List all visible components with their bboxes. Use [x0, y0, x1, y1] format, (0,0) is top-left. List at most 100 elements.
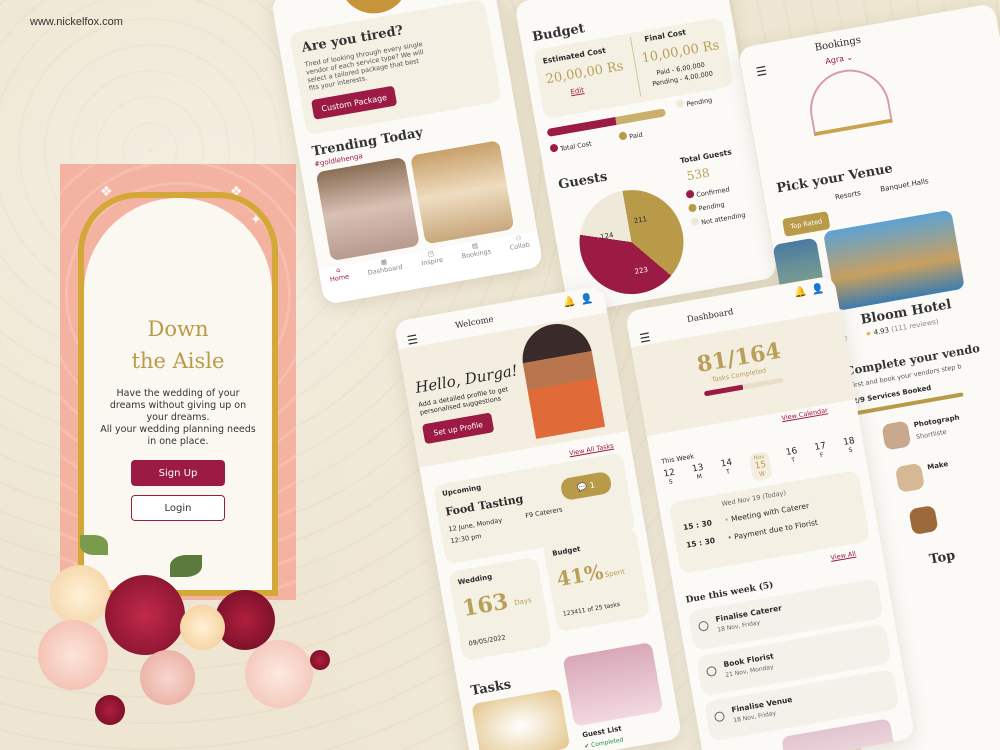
budget-label: Budget	[551, 544, 582, 558]
tasks-done: 123411 of 25 tasks	[562, 600, 621, 618]
gold-dot-icon	[687, 203, 698, 213]
home-screen: Are you tired? Tired of looking through …	[270, 0, 544, 305]
view-all-link[interactable]: View All	[830, 550, 857, 562]
guest-legend: Confirmed Pending Not attending	[685, 180, 746, 231]
legend-paid: Paid	[618, 129, 643, 143]
guests-title: Guests	[557, 169, 609, 193]
day-cell-selected[interactable]: Nov 15 W	[748, 451, 773, 482]
event-name: Food Tasting	[444, 492, 525, 519]
user-icon[interactable]: 👤	[580, 293, 594, 306]
this-week-label: This Week	[660, 452, 695, 466]
wine-dot-icon	[685, 189, 695, 199]
vendor-name: Make	[926, 460, 949, 472]
legend-label: Pending	[685, 95, 713, 109]
bullet-icon: •	[723, 515, 730, 525]
menu-icon[interactable]: ☰	[755, 64, 768, 80]
legend-pending: Pending	[675, 94, 713, 110]
total-guests: 538	[685, 165, 711, 184]
total-guests-label: Total Guests	[679, 147, 733, 166]
vendor-photo[interactable]	[881, 420, 912, 451]
nav-collab[interactable]: ⚇ Collab	[508, 233, 534, 272]
legend-label: Paid	[628, 130, 644, 141]
user-icon[interactable]: 👤	[811, 283, 825, 296]
tab-banquet[interactable]: Banquet Halls	[880, 177, 929, 193]
gold-dot-icon	[618, 131, 628, 141]
today-label: Wed Nov 19 (Today)	[720, 488, 787, 509]
wine-dot-icon	[549, 143, 559, 153]
checkbox-icon[interactable]	[713, 710, 726, 723]
checkbox-icon[interactable]	[705, 665, 718, 678]
star-icon: ★	[864, 329, 873, 339]
upcoming-label: Upcoming	[441, 483, 482, 499]
task-photo[interactable]	[562, 642, 664, 727]
bell-icon[interactable]: 🔔	[562, 296, 576, 309]
chat-icon: 💬	[576, 481, 589, 492]
completed-label: Completed	[590, 736, 625, 749]
guest-pie-chart: 211 124 223	[571, 181, 692, 303]
final-label: Final Cost	[643, 27, 687, 44]
days-count: 163	[460, 588, 511, 623]
day-cell[interactable]: 14 T	[720, 458, 736, 487]
days-unit: Days	[513, 596, 533, 608]
bookings-title: Bookings	[813, 34, 862, 54]
welcome-title: Welcome	[454, 314, 495, 332]
event-date: 12 June, Monday	[447, 516, 503, 534]
wedding-label: Wedding	[457, 572, 493, 587]
custom-package-button[interactable]: Custom Package	[311, 85, 398, 120]
nav-inspire[interactable]: ◳ Inspire	[419, 248, 447, 287]
light-dot-icon	[675, 98, 685, 109]
day-cell[interactable]: 17 F	[814, 441, 830, 470]
venue-photo[interactable]	[822, 209, 965, 311]
day-cell[interactable]: 12 S	[663, 468, 679, 497]
checkbox-icon[interactable]	[697, 620, 710, 632]
vendor-photo[interactable]	[908, 505, 939, 536]
shortlist-text: Shortliste	[915, 427, 948, 442]
budget-screen: Budget Estimated Cost 20,00,00 Rs Edit F…	[514, 0, 778, 315]
pick-venue-title: Pick your Venue	[775, 161, 894, 197]
legend-total: Total Cost	[549, 138, 592, 155]
day-cell[interactable]: 18 S	[842, 436, 858, 465]
nav-bookings[interactable]: ▤ Bookings	[460, 239, 495, 280]
legend-label: Total Cost	[559, 139, 593, 153]
spent-percent: 41%	[554, 559, 606, 592]
trending-photo[interactable]	[410, 140, 515, 245]
top-rated-chip[interactable]: Top Rated	[782, 211, 831, 237]
nav-dashboard[interactable]: ▦ Dashboard	[366, 255, 407, 297]
trending-photo[interactable]	[315, 156, 420, 262]
chat-count: 1	[588, 480, 596, 490]
rating-value: 4.93	[873, 326, 890, 337]
taj-illustration	[803, 63, 893, 137]
day-letter: W	[758, 470, 766, 479]
tasks-title: Tasks	[469, 677, 513, 699]
event-text: Payment due to Florist	[733, 517, 819, 542]
tab-resorts[interactable]: Resorts	[834, 189, 861, 201]
event-time: 12:30 pm	[449, 531, 483, 546]
edit-link[interactable]: Edit	[570, 86, 585, 96]
pie-label: 223	[634, 265, 649, 276]
city-label: Agra	[824, 53, 845, 67]
day-cell[interactable]: 16 T	[785, 446, 801, 475]
event-time: 15 : 30	[682, 518, 713, 533]
event-vendor: F9 Caterers	[524, 505, 564, 520]
bullet-icon: •	[726, 532, 733, 543]
wedding-date: 09/05/2022	[468, 633, 507, 648]
pie-label: 211	[633, 215, 648, 226]
completed-badge: ✔ Completed	[584, 736, 624, 750]
chat-bubble[interactable]: 💬 1	[559, 470, 613, 502]
vendor-name: Photograph	[913, 413, 961, 430]
light-dot-icon	[690, 217, 700, 227]
task-photo[interactable]	[471, 688, 571, 750]
legend-label: Confirmed	[695, 185, 731, 200]
top-title: Top	[928, 548, 957, 568]
vendor-photo[interactable]	[894, 462, 926, 493]
nav-home[interactable]: ⌂ Home	[328, 264, 353, 303]
nav-label: Home	[329, 272, 350, 284]
dashboard-title: Dashboard	[686, 307, 735, 326]
city-select[interactable]: Agra ⌄	[825, 52, 854, 66]
day-cell[interactable]: 13 M	[691, 463, 707, 492]
check-icon: ✔	[583, 742, 590, 750]
pie-label: 124	[599, 231, 615, 242]
chevron-down-icon: ⌄	[845, 52, 854, 63]
event-time: 15 : 30	[685, 535, 716, 550]
bell-icon[interactable]: 🔔	[793, 286, 807, 299]
